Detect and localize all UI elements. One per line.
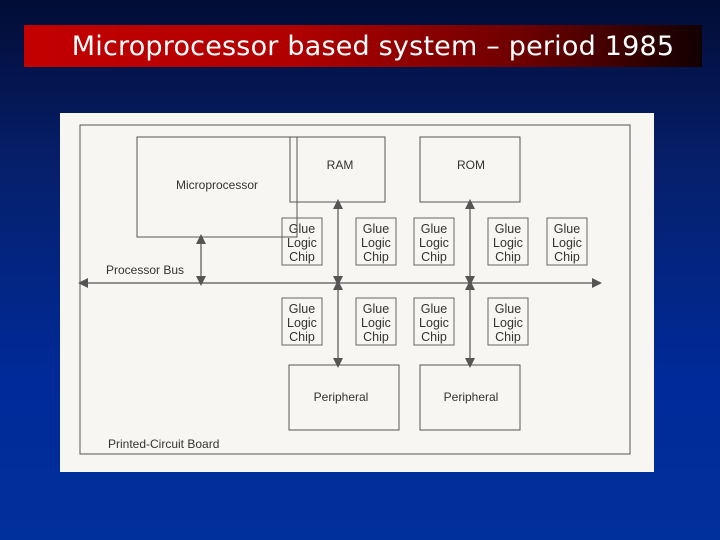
glue-logic-chip-label: Glue — [363, 222, 389, 236]
glue-chips-bottom-row: GlueLogicChipGlueLogicChipGlueLogicChipG… — [281, 297, 529, 346]
peripheral-label-2: Peripheral — [444, 390, 499, 404]
glue-logic-chip-label: Logic — [287, 236, 317, 250]
glue-logic-chip: GlueLogicChip — [487, 297, 529, 346]
glue-logic-chip: GlueLogicChip — [546, 217, 588, 266]
glue-logic-chip-label: Chip — [289, 330, 315, 344]
glue-logic-chip-label: Chip — [421, 330, 447, 344]
glue-logic-chip-label: Chip — [495, 330, 521, 344]
glue-logic-chip: GlueLogicChip — [487, 217, 529, 266]
ram-label: RAM — [327, 158, 354, 172]
pcb-board-label: Printed-Circuit Board — [108, 437, 219, 451]
glue-logic-chip-label: Glue — [421, 222, 447, 236]
glue-logic-chip-label: Chip — [421, 250, 447, 264]
glue-logic-chip-label: Chip — [554, 250, 580, 264]
glue-logic-chip-label: Glue — [363, 302, 389, 316]
glue-logic-chip-label: Chip — [363, 330, 389, 344]
slide-title-bar: Microprocessor based system – period 198… — [24, 25, 702, 67]
peripheral-label-1: Peripheral — [314, 390, 369, 404]
glue-logic-chip-label: Glue — [421, 302, 447, 316]
glue-logic-chip-label: Logic — [419, 236, 449, 250]
glue-logic-chip-label: Logic — [493, 236, 523, 250]
glue-logic-chip-label: Glue — [495, 302, 521, 316]
system-diagram: Printed-Circuit Board Processor Bus Micr… — [60, 113, 654, 472]
glue-logic-chip: GlueLogicChip — [355, 217, 397, 266]
glue-chips-top-row: GlueLogicChipGlueLogicChipGlueLogicChipG… — [281, 217, 588, 266]
processor-bus-label: Processor Bus — [106, 263, 184, 277]
glue-logic-chip-label: Logic — [419, 316, 449, 330]
glue-logic-chip-label: Logic — [493, 316, 523, 330]
glue-logic-chip: GlueLogicChip — [281, 297, 323, 346]
glue-logic-chip-label: Chip — [363, 250, 389, 264]
pcb-board-outline — [79, 124, 631, 455]
rom-label: ROM — [457, 158, 485, 172]
glue-logic-chip-label: Glue — [289, 222, 315, 236]
glue-logic-chip: GlueLogicChip — [413, 297, 455, 346]
glue-logic-chip-label: Logic — [287, 316, 317, 330]
glue-logic-chip: GlueLogicChip — [355, 297, 397, 346]
glue-logic-chip: GlueLogicChip — [413, 217, 455, 266]
glue-logic-chip-label: Logic — [361, 236, 391, 250]
glue-logic-chip-label: Glue — [495, 222, 521, 236]
glue-logic-chip-label: Glue — [289, 302, 315, 316]
glue-logic-chip-label: Glue — [554, 222, 580, 236]
glue-logic-chip-label: Chip — [289, 250, 315, 264]
microprocessor-label: Microprocessor — [176, 178, 258, 192]
glue-logic-chip: GlueLogicChip — [281, 217, 323, 266]
glue-logic-chip-label: Logic — [361, 316, 391, 330]
glue-logic-chip-label: Logic — [552, 236, 582, 250]
slide-title: Microprocessor based system – period 198… — [71, 30, 675, 62]
glue-logic-chip-label: Chip — [495, 250, 521, 264]
